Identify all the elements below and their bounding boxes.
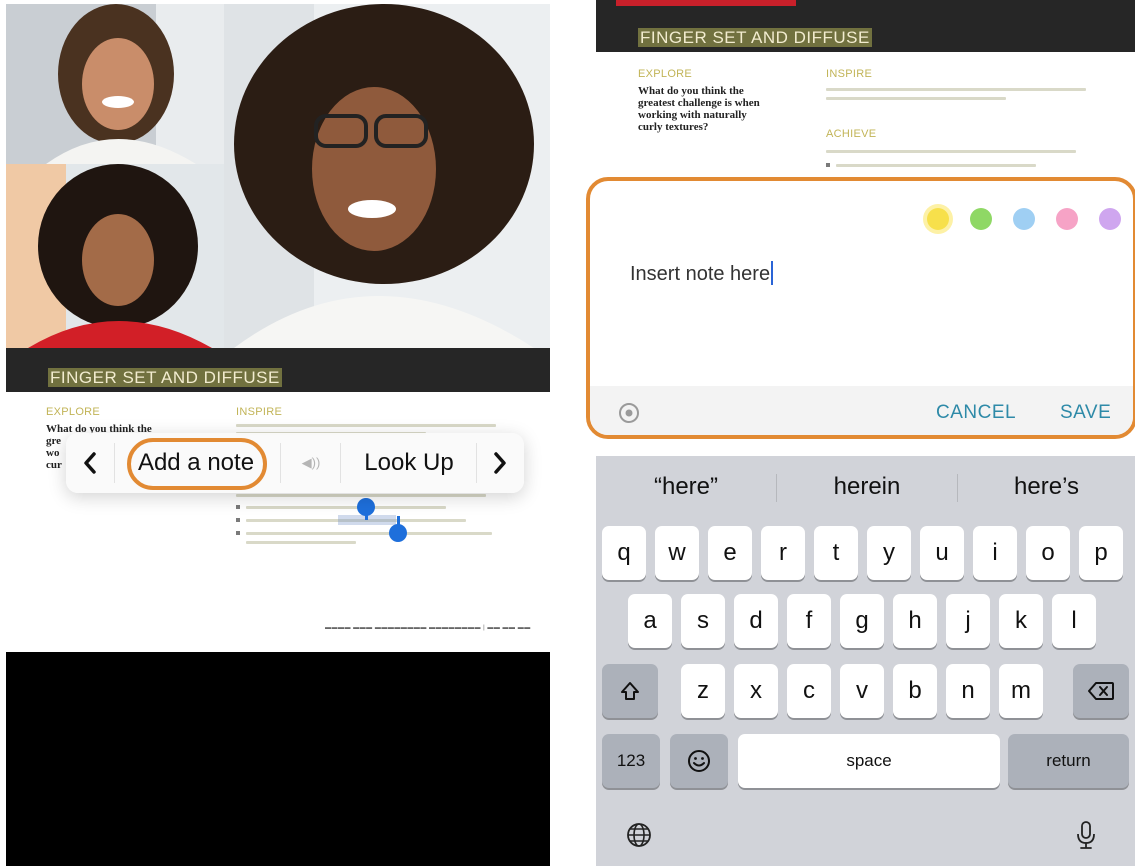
achieve-text-line bbox=[826, 150, 1076, 153]
color-swatch-purple[interactable] bbox=[1099, 208, 1121, 230]
key-e[interactable]: e bbox=[708, 526, 752, 580]
key-x[interactable]: x bbox=[734, 664, 778, 718]
key-j[interactable]: j bbox=[946, 594, 990, 648]
speaker-icon: ◀)) bbox=[301, 455, 321, 470]
menu-separator bbox=[114, 443, 115, 483]
shift-key[interactable] bbox=[602, 664, 658, 718]
chapter-banner: FINGER SET AND DIFFUSE bbox=[596, 0, 1135, 52]
numbers-key[interactable]: 123 bbox=[602, 734, 660, 788]
key-f[interactable]: f bbox=[787, 594, 831, 648]
chevron-left-icon bbox=[84, 452, 96, 474]
microphone-icon bbox=[1077, 821, 1095, 849]
note-editor-toolbar: CANCEL SAVE bbox=[590, 386, 1133, 435]
suggestion-2[interactable]: herein bbox=[777, 456, 957, 518]
chapter-title: FINGER SET AND DIFFUSE bbox=[48, 368, 282, 387]
key-w[interactable]: w bbox=[655, 526, 699, 580]
inspire-text-line bbox=[826, 97, 1006, 100]
achieve-bullet-text bbox=[246, 532, 492, 535]
emoji-icon bbox=[688, 750, 710, 772]
color-swatch-pink[interactable] bbox=[1056, 208, 1078, 230]
key-v[interactable]: v bbox=[840, 664, 884, 718]
blank-page-area bbox=[6, 652, 550, 866]
selection-handle-start[interactable] bbox=[357, 498, 375, 516]
key-l[interactable]: l bbox=[1052, 594, 1096, 648]
bullet-marker bbox=[236, 505, 240, 509]
add-a-note-highlight-ring bbox=[127, 438, 267, 490]
key-h[interactable]: h bbox=[893, 594, 937, 648]
photo-woman-top-left bbox=[6, 4, 224, 164]
bullet-marker bbox=[236, 531, 240, 535]
globe-button[interactable] bbox=[626, 822, 652, 853]
color-swatch-green[interactable] bbox=[970, 208, 992, 230]
color-swatch-yellow[interactable] bbox=[927, 208, 949, 230]
key-t[interactable]: t bbox=[814, 526, 858, 580]
key-m[interactable]: m bbox=[999, 664, 1043, 718]
suggestion-3[interactable]: here’s bbox=[958, 456, 1135, 518]
key-r[interactable]: r bbox=[761, 526, 805, 580]
bullet-marker bbox=[236, 518, 240, 522]
target-icon bbox=[619, 403, 639, 423]
globe-icon bbox=[627, 823, 651, 847]
achieve-label: ACHIEVE bbox=[826, 128, 877, 140]
save-button[interactable]: SAVE bbox=[1060, 402, 1111, 424]
inspire-label: INSPIRE bbox=[826, 68, 873, 80]
selection-handle-end[interactable] bbox=[389, 524, 407, 542]
look-up-button[interactable]: Look Up bbox=[342, 433, 476, 493]
key-n[interactable]: n bbox=[946, 664, 990, 718]
shift-icon bbox=[621, 682, 639, 700]
emoji-key[interactable] bbox=[670, 734, 728, 788]
achieve-bullet-text bbox=[246, 541, 356, 544]
key-u[interactable]: u bbox=[920, 526, 964, 580]
menu-separator bbox=[280, 443, 281, 483]
cancel-button[interactable]: CANCEL bbox=[936, 402, 1016, 424]
inspire-text-line bbox=[236, 424, 496, 427]
menu-prev-button[interactable] bbox=[66, 433, 114, 493]
achieve-bullet-text bbox=[246, 506, 446, 509]
onscreen-keyboard: “here” herein here’s q w e r t y u i o p… bbox=[596, 456, 1135, 866]
photo-woman-bottom-left bbox=[6, 164, 224, 348]
key-y[interactable]: y bbox=[867, 526, 911, 580]
bullet-marker bbox=[826, 163, 830, 167]
page-footer-text: ▬▬▬▬ ▬▬▬ ▬▬▬▬▬▬▬▬ ▬▬▬▬▬▬▬▬ | ▬▬ ▬▬ ▬▬ bbox=[325, 625, 531, 631]
explore-question: What do you think the greatest challenge… bbox=[638, 85, 760, 133]
photo-edge-strip bbox=[616, 0, 796, 6]
key-i[interactable]: i bbox=[973, 526, 1017, 580]
inspire-label: INSPIRE bbox=[236, 406, 283, 418]
explore-label: EXPLORE bbox=[638, 68, 693, 80]
note-text-input[interactable]: Insert note here bbox=[630, 261, 774, 286]
key-g[interactable]: g bbox=[840, 594, 884, 648]
suggestion-1[interactable]: “here” bbox=[596, 456, 776, 518]
key-a[interactable]: a bbox=[628, 594, 672, 648]
chapter-title: FINGER SET AND DIFFUSE bbox=[638, 28, 872, 47]
delete-icon bbox=[1088, 682, 1114, 700]
key-d[interactable]: d bbox=[734, 594, 778, 648]
menu-next-button[interactable] bbox=[476, 433, 524, 493]
key-p[interactable]: p bbox=[1079, 526, 1123, 580]
key-q[interactable]: q bbox=[602, 526, 646, 580]
photo-woman-glasses bbox=[224, 4, 550, 348]
key-z[interactable]: z bbox=[681, 664, 725, 718]
text-cursor bbox=[771, 261, 774, 285]
location-button[interactable] bbox=[618, 402, 640, 429]
key-c[interactable]: c bbox=[787, 664, 831, 718]
return-key[interactable]: return bbox=[1008, 734, 1129, 788]
key-s[interactable]: s bbox=[681, 594, 725, 648]
key-o[interactable]: o bbox=[1026, 526, 1070, 580]
key-b[interactable]: b bbox=[893, 664, 937, 718]
delete-key[interactable] bbox=[1073, 664, 1129, 718]
achieve-bullet-text bbox=[836, 164, 1036, 167]
space-key[interactable]: space bbox=[738, 734, 1000, 788]
speak-button[interactable]: ◀)) bbox=[282, 433, 340, 493]
note-editor-card: Insert note here CANCEL SAVE bbox=[586, 177, 1135, 439]
explore-label: EXPLORE bbox=[46, 406, 101, 418]
color-swatch-blue[interactable] bbox=[1013, 208, 1035, 230]
achieve-text-line bbox=[236, 494, 486, 497]
dictation-button[interactable] bbox=[1076, 820, 1096, 855]
chevron-right-icon bbox=[494, 452, 506, 474]
key-k[interactable]: k bbox=[999, 594, 1043, 648]
inspire-text-line bbox=[826, 88, 1086, 91]
chapter-banner: FINGER SET AND DIFFUSE bbox=[6, 348, 550, 392]
menu-separator bbox=[340, 443, 341, 483]
